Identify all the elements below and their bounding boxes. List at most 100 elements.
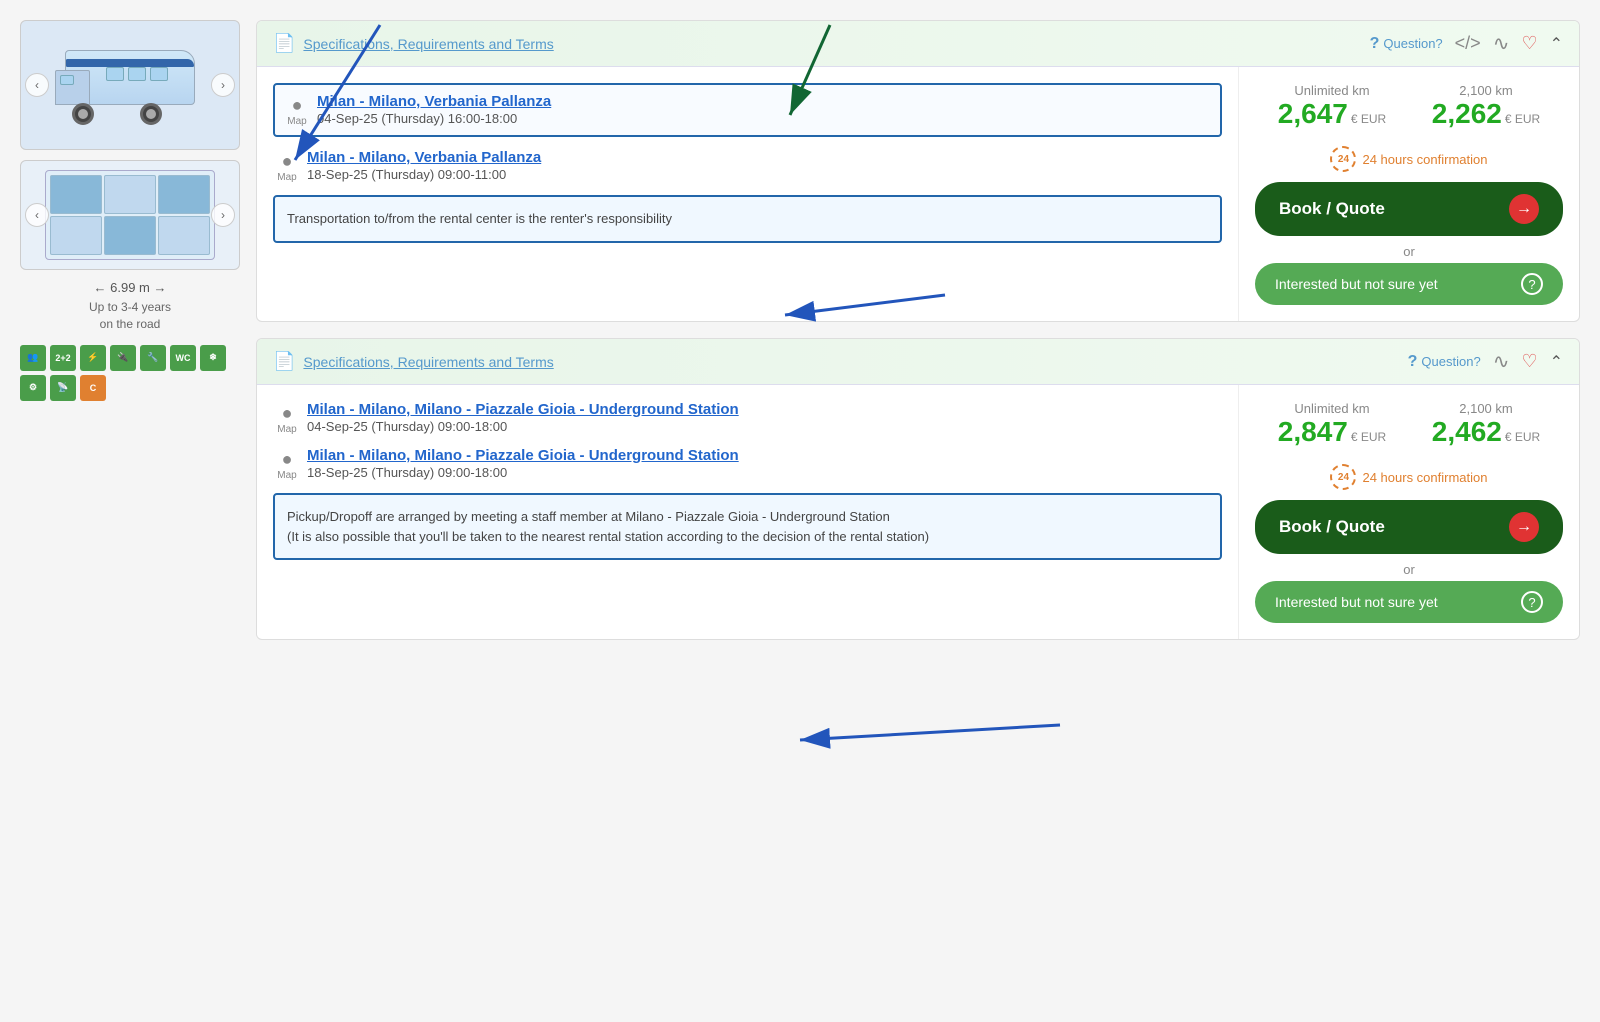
- vehicle-photo: ‹ ›: [20, 20, 240, 150]
- dropoff-pin-icon-1: ●: [282, 151, 293, 172]
- sidebar: ‹ › ‹ › ← 6.99 m → Up to 3-4 years on th…: [20, 20, 240, 656]
- dropoff-link-1[interactable]: Milan - Milano, Verbania Pallanza: [307, 149, 541, 166]
- price-section-1: Unlimited km 2,647 € EUR 2,100 km 2,262 …: [1239, 67, 1579, 321]
- rv-window-3: [150, 67, 168, 81]
- book-label-1: Book / Quote: [1279, 199, 1385, 219]
- price-col-unlimited-1: Unlimited km 2,647 € EUR: [1278, 83, 1386, 130]
- pickup-date-2: 04-Sep-25 (Thursday) 09:00-18:00: [307, 419, 507, 434]
- interested-label-2: Interested but not sure yet: [1275, 594, 1438, 610]
- specs-link-1[interactable]: Specifications, Requirements and Terms: [303, 36, 553, 52]
- price-limited-label-1: 2,100 km: [1432, 83, 1540, 98]
- doc-icon-2: 📄: [273, 351, 295, 372]
- question-btn-1[interactable]: ? Question?: [1370, 35, 1443, 53]
- question-icon-1: ?: [1370, 35, 1380, 53]
- card-header-2: 📄 Specifications, Requirements and Terms…: [257, 339, 1579, 385]
- rv-window-1: [106, 67, 124, 81]
- share-btn-2[interactable]: ∿: [1493, 349, 1510, 374]
- feature-icon-snow: ❄: [200, 345, 226, 371]
- pickup-info-2: Milan - Milano, Milano - Piazzale Gioia …: [307, 401, 739, 434]
- photo-prev-arrow[interactable]: ‹: [25, 73, 49, 97]
- price-col-unlimited-2: Unlimited km 2,847 € EUR: [1278, 401, 1386, 448]
- dropoff-link-2[interactable]: Milan - Milano, Milano - Piazzale Gioia …: [307, 447, 739, 464]
- pickup-info-1: Milan - Milano, Verbania Pallanza 04-Sep…: [317, 93, 551, 126]
- question-label-1: Question?: [1383, 36, 1442, 51]
- question-label-2: Question?: [1421, 354, 1480, 369]
- price-unlimited-value-2: 2,847: [1278, 416, 1348, 448]
- feature-icon-c: C: [80, 375, 106, 401]
- pickup-pin-icon-1: ●: [292, 95, 303, 116]
- fp-room-1: [50, 175, 102, 214]
- doc-icon-1: 📄: [273, 33, 295, 54]
- arrow-to-note-2: [800, 725, 1060, 740]
- feature-icon-people: 👥: [20, 345, 46, 371]
- rv-wheel-rear: [140, 103, 162, 125]
- card-header-right-1: ? Question? </> ∿ ♡ ⌃: [1370, 31, 1563, 56]
- pickup-map-label-1: Map: [283, 116, 311, 127]
- floorplan-next-arrow[interactable]: ›: [211, 203, 235, 227]
- heart-icon-1[interactable]: ♡: [1521, 33, 1537, 54]
- dropoff-map-label-2: Map: [273, 470, 301, 481]
- floorplan-diagram: [45, 170, 215, 260]
- price-col-limited-1: 2,100 km 2,262 € EUR: [1432, 83, 1540, 130]
- card-header-left-2: 📄 Specifications, Requirements and Terms: [273, 351, 554, 372]
- book-label-2: Book / Quote: [1279, 517, 1385, 537]
- confirmation-label-1: 24 hours confirmation: [1362, 152, 1487, 167]
- confirmation-label-2: 24 hours confirmation: [1362, 470, 1487, 485]
- fp-room-6: [158, 216, 210, 255]
- card-header-left-1: 📄 Specifications, Requirements and Terms: [273, 33, 554, 54]
- price-cols-2: Unlimited km 2,847 € EUR 2,100 km 2,462 …: [1255, 401, 1563, 448]
- fp-room-4: [50, 216, 102, 255]
- feature-icon-signal: 📡: [50, 375, 76, 401]
- vehicle-length: ← 6.99 m →: [20, 280, 240, 295]
- feature-icon-plug: 🔌: [110, 345, 136, 371]
- interested-button-1[interactable]: Interested but not sure yet ?: [1255, 263, 1563, 305]
- specs-link-2[interactable]: Specifications, Requirements and Terms: [303, 354, 553, 370]
- dropoff-map-label-1: Map: [273, 172, 301, 183]
- feature-icon-tools: 🔧: [140, 345, 166, 371]
- share-btn-1[interactable]: ∿: [1493, 31, 1510, 56]
- price-unlimited-label-1: Unlimited km: [1278, 83, 1386, 98]
- pickup-date-1: 04-Sep-25 (Thursday) 16:00-18:00: [317, 111, 517, 126]
- dropoff-date-1: 18-Sep-25 (Thursday) 09:00-11:00: [307, 167, 506, 182]
- book-arrow-icon-2: →: [1509, 512, 1539, 542]
- collapse-icon-1[interactable]: ⌃: [1550, 34, 1563, 54]
- interested-question-icon-2: ?: [1521, 591, 1543, 613]
- feature-icon-capacity: 2+2: [50, 345, 76, 371]
- floorplan-prev-arrow[interactable]: ‹: [25, 203, 49, 227]
- price-unlimited-currency-2: € EUR: [1351, 430, 1386, 444]
- rv-stripe: [66, 59, 194, 67]
- card-body-1: ● Map Milan - Milano, Verbania Pallanza …: [257, 67, 1579, 321]
- price-limited-currency-1: € EUR: [1505, 112, 1540, 126]
- question-icon-2: ?: [1408, 353, 1418, 371]
- location-section-1: ● Map Milan - Milano, Verbania Pallanza …: [257, 67, 1239, 321]
- book-button-1[interactable]: Book / Quote →: [1255, 182, 1563, 236]
- heart-icon-2[interactable]: ♡: [1521, 351, 1537, 372]
- interested-button-2[interactable]: Interested but not sure yet ?: [1255, 581, 1563, 623]
- question-btn-2[interactable]: ? Question?: [1408, 353, 1481, 371]
- card-body-2: ● Map Milan - Milano, Milano - Piazzale …: [257, 385, 1579, 639]
- transport-note-2: Pickup/Dropoff are arranged by meeting a…: [273, 493, 1222, 560]
- rv-cab-window: [60, 75, 74, 85]
- pickup-link-2[interactable]: Milan - Milano, Milano - Piazzale Gioia …: [307, 401, 739, 418]
- share-icon-1[interactable]: </>: [1455, 33, 1481, 54]
- price-limited-label-2: 2,100 km: [1432, 401, 1540, 416]
- price-section-2: Unlimited km 2,847 € EUR 2,100 km 2,462 …: [1239, 385, 1579, 639]
- rv-illustration: [50, 45, 210, 125]
- pickup-link-1[interactable]: Milan - Milano, Verbania Pallanza: [317, 93, 551, 110]
- book-button-2[interactable]: Book / Quote →: [1255, 500, 1563, 554]
- price-unlimited-label-2: Unlimited km: [1278, 401, 1386, 416]
- photo-next-arrow[interactable]: ›: [211, 73, 235, 97]
- dropoff-info-1: Milan - Milano, Verbania Pallanza 18-Sep…: [307, 149, 541, 182]
- price-cols-1: Unlimited km 2,647 € EUR 2,100 km 2,262 …: [1255, 83, 1563, 130]
- card-header-1: 📄 Specifications, Requirements and Terms…: [257, 21, 1579, 67]
- rv-cab: [55, 70, 90, 105]
- fp-room-5: [104, 216, 156, 255]
- pickup-row-2: ● Map Milan - Milano, Milano - Piazzale …: [273, 401, 1222, 435]
- price-unlimited-value-1: 2,647: [1278, 98, 1348, 130]
- feature-icons: 👥 2+2 ⚡ 🔌 🔧 WC ❄ ⚙ 📡 C: [20, 345, 240, 401]
- feature-icon-electric: ⚡: [80, 345, 106, 371]
- collapse-icon-2[interactable]: ⌃: [1550, 352, 1563, 372]
- location-section-2: ● Map Milan - Milano, Milano - Piazzale …: [257, 385, 1239, 639]
- feature-icon-wc: WC: [170, 345, 196, 371]
- fp-room-3: [158, 175, 210, 214]
